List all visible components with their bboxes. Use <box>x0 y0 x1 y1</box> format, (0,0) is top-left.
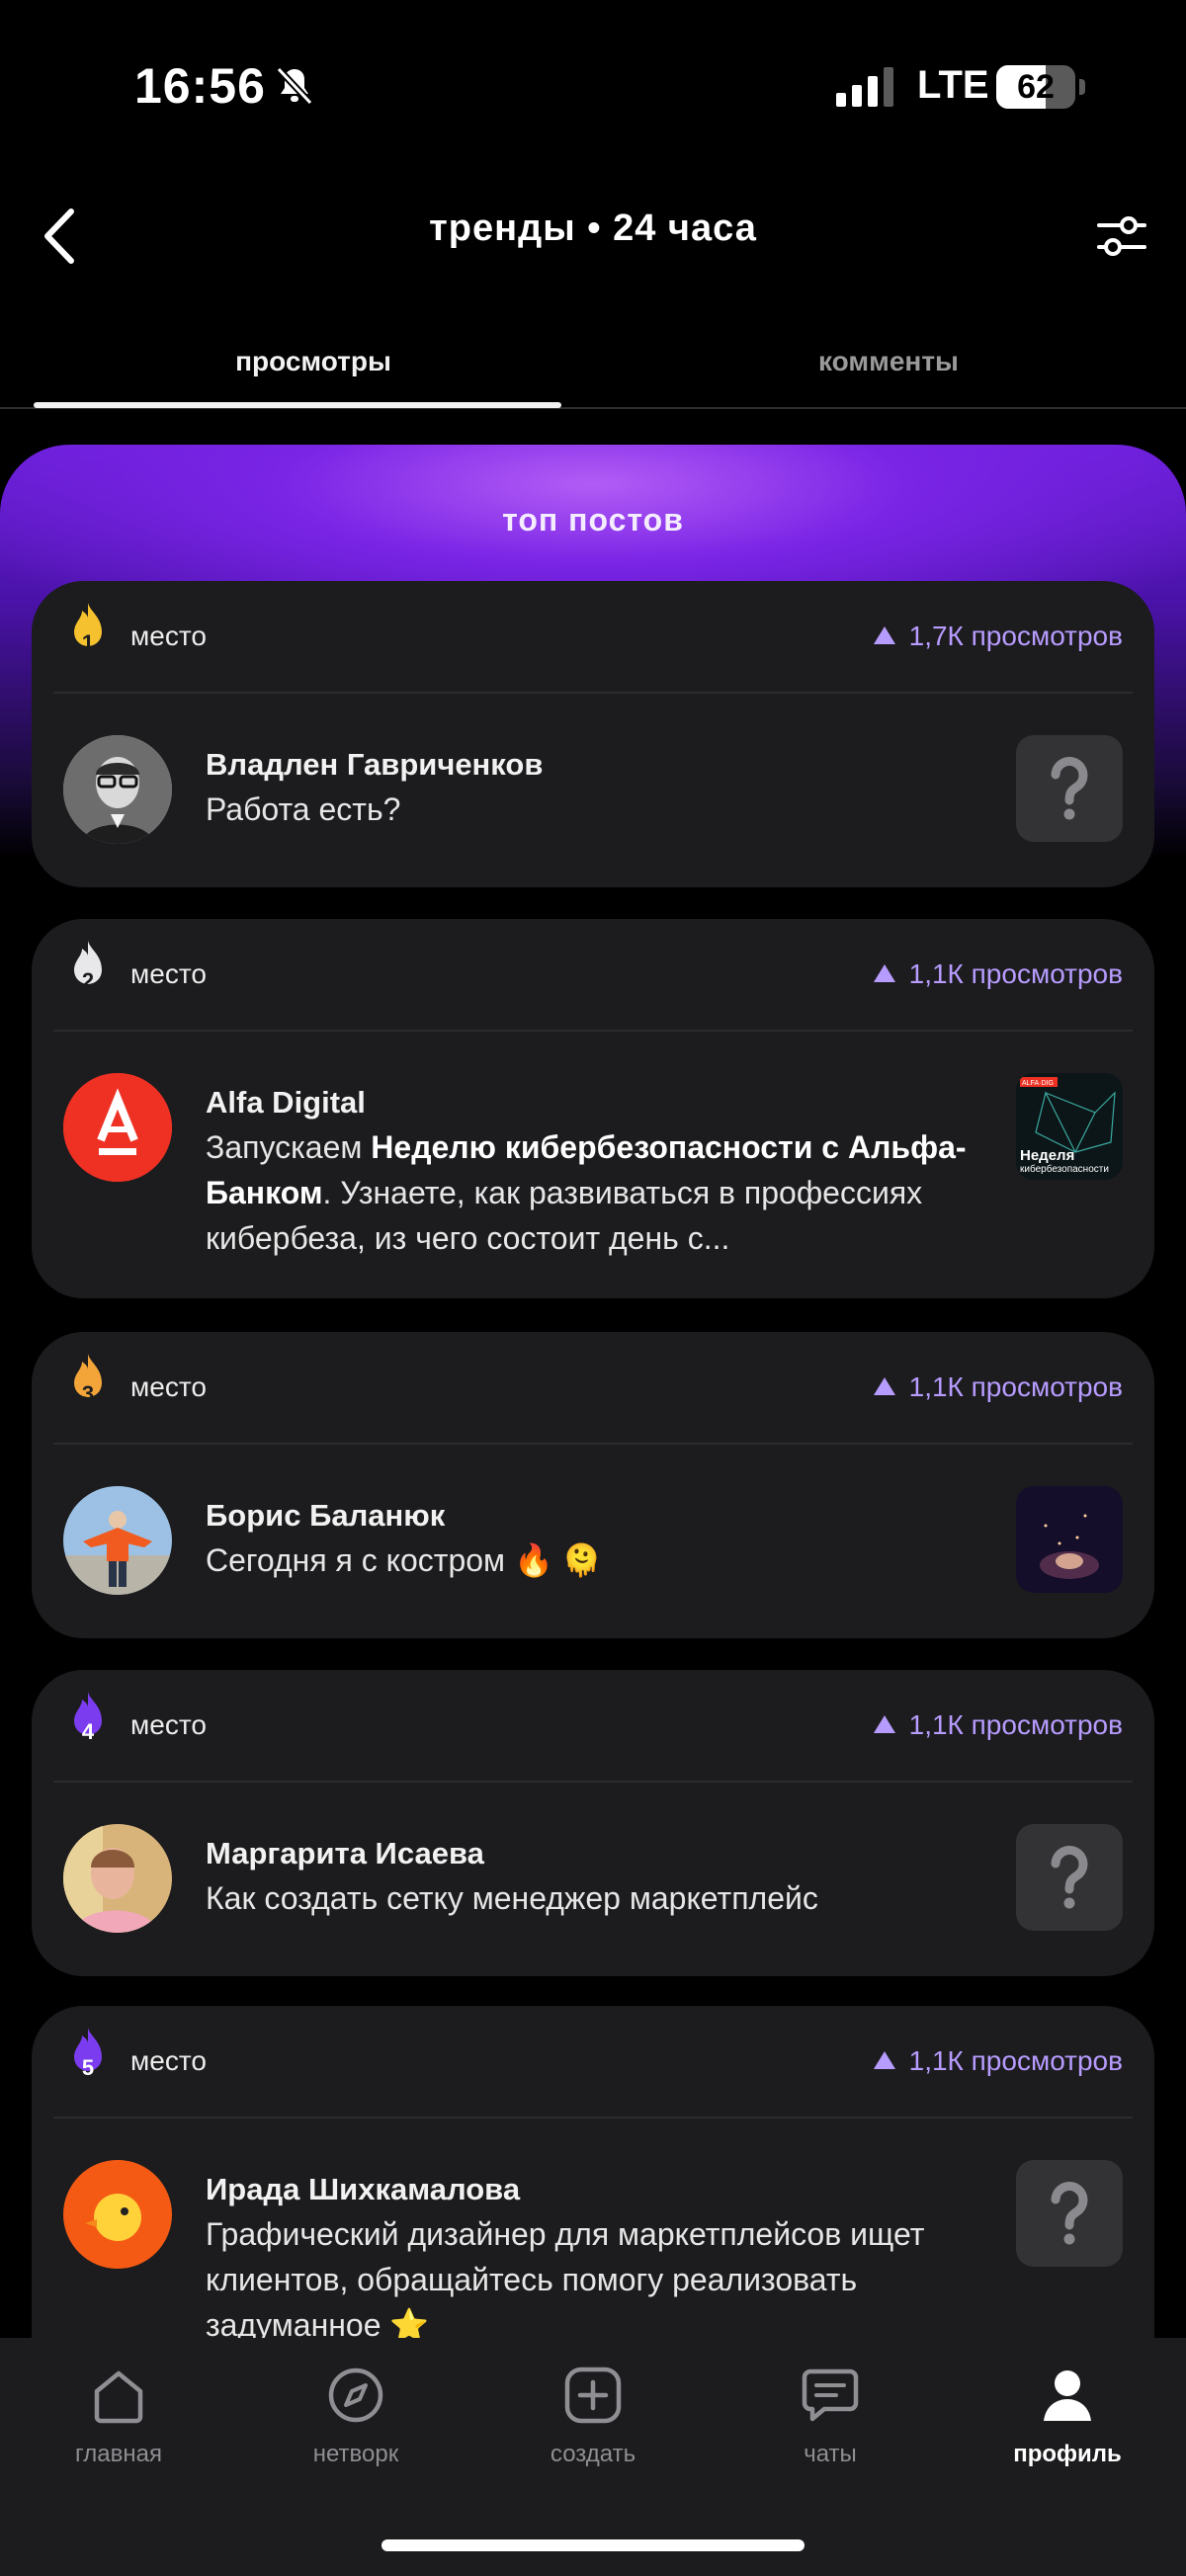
rank-flame-icon: 3 <box>74 1354 102 1406</box>
network-type: LTE <box>917 63 989 107</box>
rank-label: место <box>130 1371 207 1402</box>
post-thumbnail-placeholder[interactable] <box>1016 2160 1123 2267</box>
question-icon <box>1051 757 1088 820</box>
avatar[interactable] <box>63 1824 172 1933</box>
section-title: топ постов <box>502 502 684 538</box>
post-author: Ирада Шихкамалова <box>206 2172 521 2206</box>
post-author: Alfa Digital <box>206 1085 366 1120</box>
svg-text:4: 4 <box>82 1719 95 1744</box>
chat-icon <box>802 2368 859 2422</box>
svg-text:ALFA·DIG: ALFA·DIG <box>1022 1080 1054 1087</box>
rank-flame-icon: 2 <box>74 941 102 993</box>
avatar[interactable] <box>63 735 172 844</box>
signal-icon <box>836 67 893 107</box>
filter-sliders-icon[interactable] <box>1095 211 1148 261</box>
post-thumbnail-placeholder[interactable] <box>1016 1824 1123 1931</box>
post-thumbnail[interactable]: ALFA·DIG Неделя кибербезопасности <box>1016 1073 1123 1180</box>
views-count: 1,7К просмотров <box>873 621 1123 652</box>
svg-text:кибербезопасности: кибербезопасности <box>1020 1163 1109 1175</box>
post-author: Маргарита Исаева <box>206 1836 484 1870</box>
compass-icon <box>328 2368 383 2423</box>
active-tab-indicator <box>34 402 561 408</box>
status-time: 16:56 <box>134 58 266 114</box>
post-thumbnail[interactable] <box>1016 1486 1123 1593</box>
views-count: 1,1К просмотров <box>873 958 1123 990</box>
profile-icon <box>1044 2370 1091 2421</box>
rank-flame-icon: 4 <box>74 1692 102 1744</box>
home-indicator <box>381 2539 805 2551</box>
post-text: Сегодня я с костром 🔥 🫠 <box>206 1542 602 1578</box>
nav-create[interactable]: создать <box>474 2338 712 2535</box>
top-posts-panel: топ постов 1 место 1,7К просмотров Владл… <box>0 445 1186 2576</box>
nav-profile[interactable]: профиль <box>949 2338 1186 2535</box>
nav-home[interactable]: главная <box>0 2338 237 2535</box>
avatar[interactable] <box>63 1486 172 1595</box>
alfa-logo-icon <box>63 1073 172 1182</box>
plus-square-icon <box>564 2367 622 2424</box>
page-title: тренды • 24 часа <box>429 208 757 249</box>
rank-label: место <box>130 621 207 651</box>
svg-text:1: 1 <box>82 630 94 655</box>
post-author: Владлен Гавриченков <box>206 747 544 782</box>
rank-label: место <box>130 2045 207 2076</box>
home-icon <box>94 2370 143 2424</box>
rank-flame-icon: 1 <box>74 603 102 655</box>
status-bar: 16:56 LTE 62 <box>0 0 1186 168</box>
post-card[interactable]: 2 место 1,1К просмотров Alfa Digital Зап… <box>32 919 1154 1298</box>
tab-views[interactable]: просмотры <box>34 346 593 377</box>
svg-text:Неделя: Неделя <box>1020 1147 1074 1164</box>
post-card[interactable]: 1 место 1,7К просмотров Владлен Гавричен… <box>32 581 1154 887</box>
svg-text:3: 3 <box>82 1381 94 1406</box>
rank-label: место <box>130 1709 207 1740</box>
rank-flame-icon: 5 <box>74 2028 102 2080</box>
post-text: Запускаем Неделю кибербезопасности с Аль… <box>206 1129 967 1256</box>
svg-text:5: 5 <box>82 2055 94 2080</box>
nav-chats[interactable]: чаты <box>712 2338 949 2535</box>
post-text: Работа есть? <box>206 791 401 827</box>
post-text: Графический дизайнер для маркетплейсов и… <box>206 2216 925 2343</box>
rank-label: место <box>130 958 207 989</box>
nav-network[interactable]: нетворк <box>237 2338 474 2535</box>
question-icon <box>1051 1846 1088 1909</box>
post-text: Как создать сетку менеджер маркетплейс <box>206 1880 818 1916</box>
post-author: Борис Баланюк <box>206 1498 446 1533</box>
post-card[interactable]: 3 место 1,1К просмотров Борис Баланюк Се… <box>32 1332 1154 1638</box>
bell-muted-icon <box>276 66 313 106</box>
tab-comments[interactable]: комменты <box>609 346 1168 377</box>
avatar[interactable] <box>63 1073 172 1182</box>
post-thumbnail-placeholder[interactable] <box>1016 735 1123 842</box>
battery-icon: 62 <box>996 65 1085 109</box>
svg-text:2: 2 <box>82 968 94 993</box>
question-icon <box>1051 2182 1088 2245</box>
battery-level: 62 <box>1017 68 1055 106</box>
post-card[interactable]: 4 место 1,1К просмотров Маргарита Исаева… <box>32 1670 1154 1976</box>
views-count: 1,1К просмотров <box>873 1371 1123 1403</box>
views-count: 1,1К просмотров <box>873 1709 1123 1741</box>
avatar[interactable] <box>63 2160 172 2269</box>
views-count: 1,1К просмотров <box>873 2045 1123 2077</box>
